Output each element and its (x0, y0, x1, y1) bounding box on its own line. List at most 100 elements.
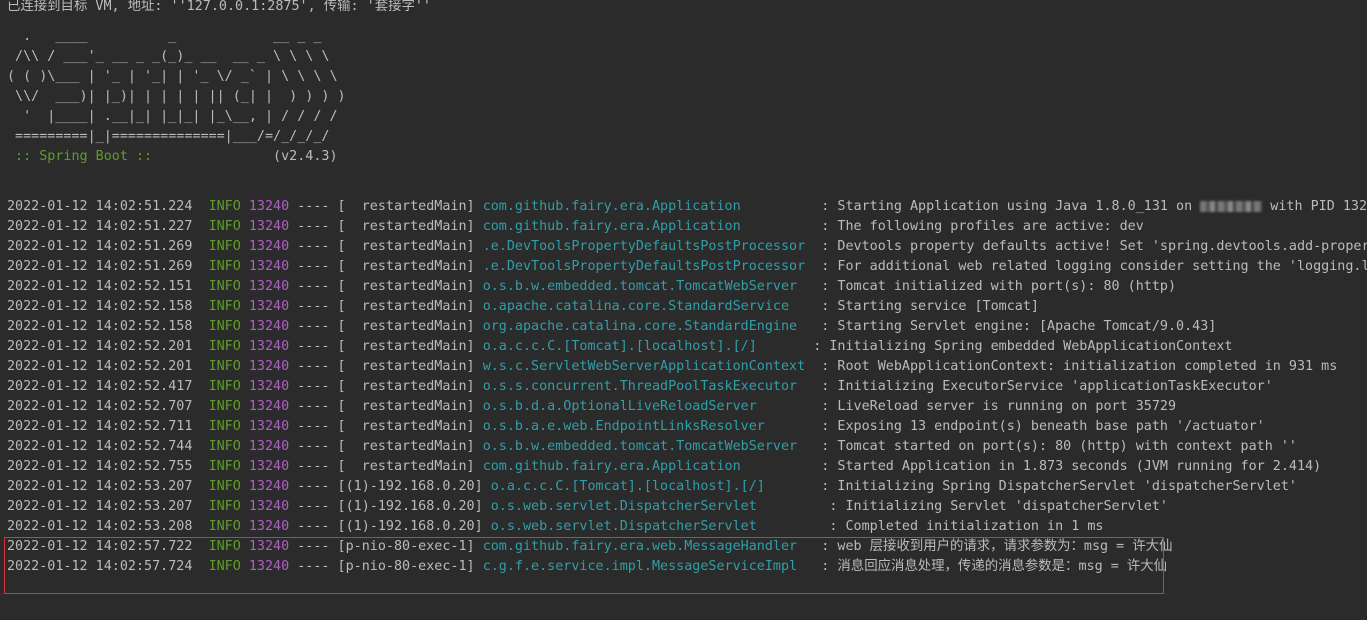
log-line: 2022-01-12 14:02:52.201 INFO 13240 ---- … (7, 357, 1337, 377)
log-level: INFO (208, 519, 241, 534)
log-message: : Initializing Spring DispatcherServlet … (821, 479, 1297, 494)
log-logger: o.s.b.a.e.web.EndpointLinksResolver (482, 419, 814, 434)
log-thread: ---- [ restartedMain] (297, 339, 475, 354)
log-thread: ---- [(1)-192.168.0.20] (297, 499, 483, 514)
log-pid: 13240 (248, 499, 290, 514)
log-message: : Initializing ExecutorService 'applicat… (821, 379, 1273, 394)
log-message: : Exposing 13 endpoint(s) beneath base p… (821, 419, 1265, 434)
log-logger: c.g.f.e.service.impl.MessageServiceImpl (482, 559, 814, 574)
spring-boot-tag: :: Spring Boot :: (7, 149, 161, 164)
log-line: 2022-01-12 14:02:52.158 INFO 13240 ---- … (7, 317, 1216, 337)
log-pid: 13240 (248, 219, 290, 234)
log-pid: 13240 (248, 399, 290, 414)
log-logger: o.apache.catalina.core.StandardService (482, 299, 814, 314)
log-pid: 13240 (248, 359, 290, 374)
log-thread: ---- [ restartedMain] (297, 459, 475, 474)
log-timestamp: 2022-01-12 14:02:52.417 (7, 379, 193, 394)
log-thread: ---- [ restartedMain] (297, 279, 475, 294)
log-level: INFO (208, 539, 241, 554)
log-message: : The following profiles are active: dev (821, 219, 1144, 234)
spring-boot-version-line: :: Spring Boot :: (v2.4.3) (7, 147, 338, 167)
log-message: : For additional web related logging con… (821, 259, 1367, 274)
log-timestamp: 2022-01-12 14:02:51.269 (7, 239, 193, 254)
spring-boot-version: (v2.4.3) (160, 149, 338, 164)
log-thread: ---- [p-nio-80-exec-1] (297, 559, 475, 574)
log-line: 2022-01-12 14:02:51.224 INFO 13240 ---- … (7, 197, 1367, 217)
log-level: INFO (208, 239, 241, 254)
log-logger: o.s.b.w.embedded.tomcat.TomcatWebServer (482, 439, 814, 454)
log-timestamp: 2022-01-12 14:02:53.208 (7, 519, 193, 534)
log-logger: o.s.b.d.a.OptionalLiveReloadServer (482, 399, 814, 414)
log-thread: ---- [ restartedMain] (297, 419, 475, 434)
log-line: 2022-01-12 14:02:51.227 INFO 13240 ---- … (7, 217, 1144, 237)
log-pid: 13240 (248, 479, 290, 494)
log-logger: .e.DevToolsPropertyDefaultsPostProcessor (482, 239, 814, 254)
log-level: INFO (208, 459, 241, 474)
log-level: INFO (208, 299, 241, 314)
log-pid: 13240 (248, 319, 290, 334)
console-output[interactable]: 已连接到目标 VM, 地址: ''127.0.0.1:2875', 传输: '套… (0, 0, 1367, 620)
log-message: : Tomcat initialized with port(s): 80 (h… (821, 279, 1177, 294)
log-pid: 13240 (248, 259, 290, 274)
log-logger: com.github.fairy.era.Application (482, 199, 814, 214)
log-line: 2022-01-12 14:02:51.269 INFO 13240 ---- … (7, 257, 1367, 277)
log-timestamp: 2022-01-12 14:02:51.269 (7, 259, 193, 274)
log-logger: com.github.fairy.era.Application (482, 459, 814, 474)
log-line: 2022-01-12 14:02:57.724 INFO 13240 ---- … (7, 557, 1167, 577)
log-message-tail: with PID 13240 (1270, 199, 1367, 214)
log-level: INFO (208, 439, 241, 454)
log-pid: 13240 (248, 279, 290, 294)
log-thread: ---- [(1)-192.168.0.20] (297, 519, 483, 534)
log-message: : Starting service [Tomcat] (821, 299, 1039, 314)
log-level: INFO (208, 359, 241, 374)
log-timestamp: 2022-01-12 14:02:52.755 (7, 459, 193, 474)
log-message: : Starting Application using Java 1.8.0_… (821, 199, 1201, 214)
log-line: 2022-01-12 14:02:53.207 INFO 13240 ---- … (7, 477, 1297, 497)
log-message: : Root WebApplicationContext: initializa… (821, 359, 1338, 374)
redacted-hostname (1200, 200, 1263, 212)
log-message: : Tomcat started on port(s): 80 (http) w… (821, 439, 1297, 454)
banner-line: . ____ _ __ _ _ (7, 29, 322, 44)
log-pid: 13240 (248, 339, 290, 354)
log-pid: 13240 (248, 299, 290, 314)
log-level: INFO (208, 379, 241, 394)
log-thread: ---- [ restartedMain] (297, 219, 475, 234)
log-message: : LiveReload server is running on port 3… (821, 399, 1177, 414)
log-timestamp: 2022-01-12 14:02:52.707 (7, 399, 193, 414)
log-timestamp: 2022-01-12 14:02:52.158 (7, 319, 193, 334)
log-logger: o.s.web.servlet.DispatcherServlet (490, 519, 822, 534)
banner-line: ' |____| .__|_| |_|_| |_\__, | / / / / (7, 109, 338, 124)
log-line: 2022-01-12 14:02:57.722 INFO 13240 ---- … (7, 537, 1172, 557)
log-timestamp: 2022-01-12 14:02:57.724 (7, 559, 193, 574)
log-pid: 13240 (248, 199, 290, 214)
log-level: INFO (208, 499, 241, 514)
log-message: : Devtools property defaults active! Set… (821, 239, 1367, 254)
log-pid: 13240 (248, 379, 290, 394)
log-level: INFO (208, 339, 241, 354)
log-pid: 13240 (248, 239, 290, 254)
banner-line: =========|_|==============|___/=/_/_/_/ (7, 129, 330, 144)
log-line: 2022-01-12 14:02:52.744 INFO 13240 ---- … (7, 437, 1297, 457)
log-timestamp: 2022-01-12 14:02:52.711 (7, 419, 193, 434)
log-message: : Initializing Servlet 'dispatcherServle… (829, 499, 1168, 514)
log-thread: ---- [ restartedMain] (297, 239, 475, 254)
log-thread: ---- [ restartedMain] (297, 359, 475, 374)
log-logger: o.s.web.servlet.DispatcherServlet (490, 499, 822, 514)
log-line: 2022-01-12 14:02:53.207 INFO 13240 ---- … (7, 497, 1168, 517)
log-logger: o.s.b.w.embedded.tomcat.TomcatWebServer (482, 279, 814, 294)
log-line: 2022-01-12 14:02:52.151 INFO 13240 ---- … (7, 277, 1176, 297)
log-thread: ---- [ restartedMain] (297, 299, 475, 314)
log-level: INFO (208, 559, 241, 574)
banner-line: /\\ / ___'_ __ _ _(_)_ __ __ _ \ \ \ \ (7, 49, 330, 64)
banner-line: \\/ ___)| |_)| | | | | || (_| | ) ) ) ) (7, 89, 346, 104)
connect-line: 已连接到目标 VM, 地址: ''127.0.0.1:2875', 传输: '套… (7, 0, 431, 14)
log-line: 2022-01-12 14:02:53.208 INFO 13240 ---- … (7, 517, 1103, 537)
log-pid: 13240 (248, 539, 290, 554)
log-timestamp: 2022-01-12 14:02:51.227 (7, 219, 193, 234)
log-message: : Starting Servlet engine: [Apache Tomca… (821, 319, 1217, 334)
log-line: 2022-01-12 14:02:52.417 INFO 13240 ---- … (7, 377, 1273, 397)
log-message: : 消息回应消息处理，传递的消息参数是：msg = 许大仙 (821, 559, 1167, 574)
log-line: 2022-01-12 14:02:52.158 INFO 13240 ---- … (7, 297, 1039, 317)
log-level: INFO (208, 219, 241, 234)
log-timestamp: 2022-01-12 14:02:52.201 (7, 359, 193, 374)
